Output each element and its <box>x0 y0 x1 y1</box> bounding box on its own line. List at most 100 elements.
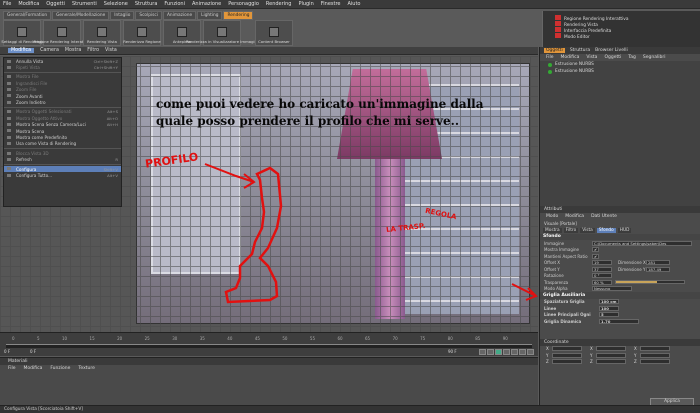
menu-item-zoom-indietro[interactable]: Zoom Indietro <box>4 99 121 105</box>
viewport-menu-modifica[interactable]: Modifica <box>8 48 35 53</box>
attributes-tabs: Mostra Filtro Vista Sfondo HUD <box>540 227 700 234</box>
material-menu-file[interactable]: File <box>8 366 16 371</box>
last-frame-button[interactable] <box>511 349 518 355</box>
render-settings-icon <box>17 27 27 37</box>
prev-frame-button[interactable] <box>487 349 494 355</box>
first-frame-button[interactable] <box>479 349 486 355</box>
om-menu-segnalibri[interactable]: Segnalibri <box>643 55 666 60</box>
menu-aiuto[interactable]: Aiuto <box>347 1 360 7</box>
field-value[interactable]: 5 <box>599 312 619 318</box>
viewport-menu-camera[interactable]: Camera <box>40 48 59 53</box>
menu-item-usa-come-vista-di-rendering[interactable]: Usa come Vista di Rendering <box>4 141 121 147</box>
viewport-menu-vista[interactable]: Vista <box>105 48 117 53</box>
caption-text: come puoi vedere ho caricato un'immagine… <box>156 97 484 128</box>
timeline-bar[interactable] <box>6 344 532 348</box>
coord-value[interactable] <box>552 359 582 365</box>
object-row[interactable]: Estrusione NURBS <box>540 61 700 68</box>
field-label: Rotazione <box>544 273 564 279</box>
menu-oggetti[interactable]: Oggetti <box>46 1 65 7</box>
menu-finestre[interactable]: Finestre <box>321 1 341 7</box>
play-button[interactable] <box>495 349 502 355</box>
record-button[interactable] <box>519 349 526 355</box>
coord-value[interactable] <box>596 346 626 352</box>
field-value[interactable]: ✔ <box>592 253 599 259</box>
om-menu-vista[interactable]: Vista <box>586 55 597 60</box>
tab-animazione[interactable]: Animazione <box>162 10 197 20</box>
om-tab-oggetti[interactable]: Oggetti <box>544 48 565 53</box>
field-value[interactable]: 37 <box>592 266 612 272</box>
attr-tab-mostra[interactable]: Mostra <box>543 227 562 233</box>
field-immagine: Immagine C:\Documents and Settings\saber\… <box>540 240 700 247</box>
field-value[interactable]: 0 ° <box>592 273 612 279</box>
menu-rendering[interactable]: Rendering <box>266 1 292 7</box>
tab-intaglio[interactable]: Intaglio <box>110 10 135 20</box>
attr-menu-dati-utente[interactable]: Dati Utente <box>591 214 617 219</box>
menu-animazione[interactable]: Animazione <box>192 1 221 7</box>
attr-tab-filtro[interactable]: Filtro <box>563 227 579 233</box>
layout-item-modo-editor[interactable]: Modo Editor <box>555 33 700 40</box>
playback-controls <box>479 349 534 355</box>
attr-tab-sfondo[interactable]: Sfondo <box>596 227 616 233</box>
field-value[interactable]: 187.49 <box>646 266 670 272</box>
alpha-select[interactable]: Nessuno <box>592 286 632 292</box>
tab-lighting[interactable]: Lighting <box>197 10 223 20</box>
field-value[interactable]: 100 <box>599 305 619 311</box>
field-griglia-dinamica: Griglia Dinamica 1.70 <box>540 318 700 325</box>
timeline[interactable]: 0 5 10 15 20 25 30 35 40 45 50 55 60 65 70 75 80 85 90 0 F… <box>0 332 538 356</box>
om-menu-tag[interactable]: Tag <box>628 55 636 60</box>
object-row[interactable]: Estrusione NURBS <box>540 68 700 75</box>
menu-selezione[interactable]: Selezione <box>104 1 128 7</box>
attr-menu-modifica[interactable]: Modifica <box>565 214 584 219</box>
content-browser-button[interactable]: Content Browser <box>255 20 293 46</box>
om-menu-modifica[interactable]: Modifica <box>561 55 580 60</box>
coord-value[interactable] <box>640 359 670 365</box>
coord-value[interactable] <box>552 352 582 358</box>
coord-value[interactable] <box>596 352 626 358</box>
coord-value[interactable] <box>640 346 670 352</box>
menu-personaggio[interactable]: Personaggio <box>228 1 259 7</box>
regione-rendering-interattiva-button[interactable]: Regione Rendering Interattiva <box>34 20 91 46</box>
field-label: Dimensione Y <box>618 266 646 272</box>
next-frame-button[interactable] <box>503 349 510 355</box>
tab-generale-modellazione[interactable]: Generale/Modellazione <box>52 10 110 20</box>
field-value[interactable]: 19 <box>592 260 612 266</box>
viewport-menu-mostra[interactable]: Mostra <box>65 48 81 53</box>
viewport-menu-filtro[interactable]: Filtro <box>87 48 99 53</box>
transparency-slider[interactable] <box>615 280 685 285</box>
om-tab-struttura[interactable]: Struttura <box>570 48 590 53</box>
field-value[interactable]: ✔ <box>592 247 599 253</box>
menu-modifica[interactable]: Modifica <box>18 1 39 7</box>
field-value[interactable]: 60 % <box>592 279 612 285</box>
om-tab-browser-livelli[interactable]: Browser Livelli <box>595 48 628 53</box>
renderizza-in-visualizzatore-immagini-button[interactable]: Renderizza in Visualizzatore Immagini <box>186 20 258 46</box>
material-menu-texture[interactable]: Texture <box>78 366 94 371</box>
renderizza-regione-button[interactable]: Renderizza Regione <box>123 20 161 46</box>
attr-menu-modo[interactable]: Modo <box>546 214 558 219</box>
field-value[interactable]: 281 <box>646 260 670 266</box>
material-menu-funzione[interactable]: Funzione <box>50 366 70 371</box>
material-menu-modifica[interactable]: Modifica <box>24 366 43 371</box>
field-value[interactable]: 1.70 <box>599 318 639 324</box>
attr-tab-vista[interactable]: Vista <box>580 227 595 233</box>
menu-funzioni[interactable]: Funzioni <box>164 1 185 7</box>
coord-value[interactable] <box>596 359 626 365</box>
preview-icon <box>177 27 187 37</box>
rendering-vista-button[interactable]: Rendering Vista <box>83 20 121 46</box>
om-menu-file[interactable]: File <box>546 55 554 60</box>
menu-file[interactable]: File <box>3 1 11 7</box>
field-value[interactable]: C:\Documents and Settings\saber\Des <box>592 240 692 246</box>
coord-value[interactable] <box>552 346 582 352</box>
menu-strumenti[interactable]: Strumenti <box>72 1 97 7</box>
menu-struttura[interactable]: Struttura <box>135 1 158 7</box>
keyframe-button[interactable] <box>527 349 534 355</box>
menu-item-refresh[interactable]: Refresh R <box>4 156 121 162</box>
tab-general-formation[interactable]: General/Formation <box>3 10 52 20</box>
tab-scolpisci[interactable]: Scolpisci <box>135 10 162 20</box>
om-menu-oggetti[interactable]: Oggetti <box>604 55 621 60</box>
menu-item-configura-tutto[interactable]: Configura Tutto... Alt+V <box>4 172 121 178</box>
tab-rendering[interactable]: Rendering <box>223 10 254 20</box>
menu-plugin[interactable]: Plugin <box>298 1 313 7</box>
field-value[interactable]: 100 cm <box>599 299 619 305</box>
coord-value[interactable] <box>640 352 670 358</box>
attr-tab-hud[interactable]: HUD <box>617 227 632 233</box>
